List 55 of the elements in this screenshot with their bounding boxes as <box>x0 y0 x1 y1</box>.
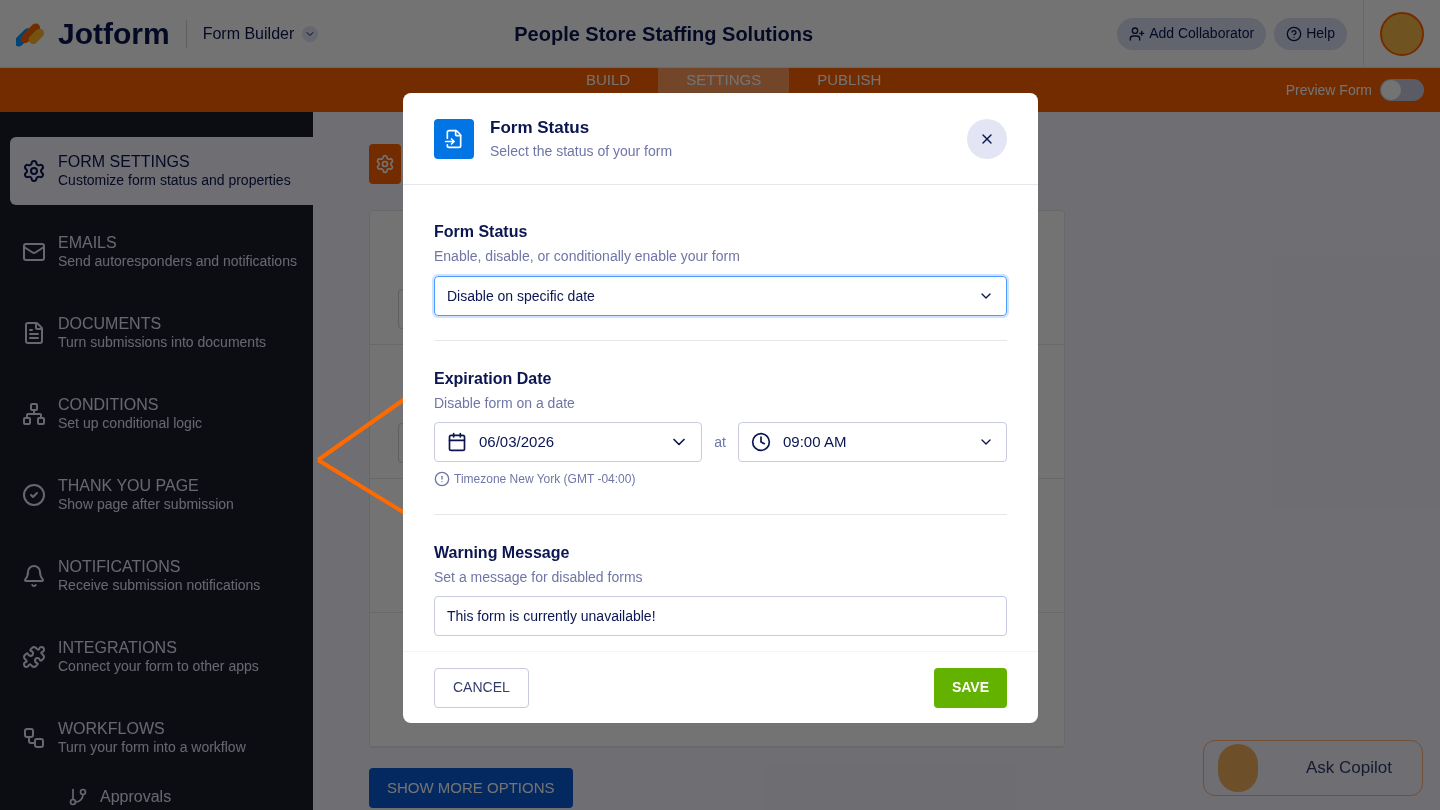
check-circle-icon <box>22 483 46 507</box>
workflow-icon <box>22 726 46 750</box>
field-label: Form Status <box>434 222 529 242</box>
form-icon <box>434 118 474 159</box>
show-more-button[interactable]: SHOW MORE OPTIONS <box>369 768 573 808</box>
nav-tab[interactable]: PUBLISH <box>789 68 910 112</box>
gear-icon <box>22 159 46 183</box>
at-label: at <box>713 432 727 452</box>
help-icon <box>1286 25 1303 42</box>
info-icon <box>434 471 450 487</box>
logo-text: Jotform <box>58 16 170 52</box>
cancel-button[interactable]: CANCEL <box>434 667 529 708</box>
header-button[interactable]: Add Collaborator <box>1117 17 1267 50</box>
calendar-icon <box>447 432 467 452</box>
sidebar-item[interactable]: NOTIFICATIONS Receive submission notifications <box>10 542 303 610</box>
add-user-icon <box>1129 25 1146 42</box>
gear-icon <box>375 154 395 174</box>
hierarchy-icon <box>22 402 46 426</box>
field-hint: Set a message for disabled forms <box>434 568 644 587</box>
copilot-button[interactable]: Ask Copilot <box>1203 740 1423 796</box>
branch-icon <box>68 787 88 807</box>
sidebar-item[interactable]: EMAILS Send autoresponders and notifications <box>10 218 303 286</box>
sidebar-subitem[interactable]: Approvals <box>60 782 313 810</box>
field-hint: Enable, disable, or conditionally enable your form <box>434 247 741 266</box>
timezone-note: Timezone New York (GMT -04:00) <box>454 471 636 488</box>
form-title: People Store Staffing Solutions <box>514 21 814 47</box>
preview-toggle[interactable] <box>1380 79 1424 101</box>
field-label: Warning Message <box>434 543 571 563</box>
document-icon <box>22 321 46 345</box>
field-label: Expiration Date <box>434 369 553 389</box>
bell-icon <box>22 564 46 588</box>
nav-tab[interactable]: BUILD <box>558 68 659 112</box>
product-menu[interactable]: Form Builder <box>202 21 319 46</box>
field-hint: Disable form on a date <box>434 394 576 413</box>
status-dropdown[interactable]: Disable on specific date <box>434 276 1007 316</box>
puzzle-icon <box>22 645 46 669</box>
avatar[interactable] <box>1380 11 1424 56</box>
dialog-subtitle: Select the status of your form <box>490 141 674 161</box>
time-picker[interactable]: 09:00 AM <box>738 422 1007 462</box>
sidebar-item[interactable]: DOCUMENTS Turn submissions into documents <box>10 299 303 367</box>
preview-label: Preview Form <box>1285 80 1372 100</box>
sidebar-item[interactable]: INTEGRATIONS Connect your form to other apps <box>10 623 303 691</box>
envelope-icon <box>22 240 46 264</box>
message-input[interactable]: This form is currently unavailable! <box>434 596 1007 636</box>
close-button[interactable] <box>967 118 1007 159</box>
sidebar-item[interactable]: FORM SETTINGS Customize form status and properties <box>10 137 313 205</box>
sidebar-item[interactable]: CONDITIONS Set up conditional logic <box>10 380 303 448</box>
date-picker[interactable]: 06/03/2026 <box>434 422 702 462</box>
header-button[interactable]: Help <box>1274 17 1347 50</box>
clock-icon <box>751 432 771 452</box>
sidebar-item[interactable]: WORKFLOWS Turn your form into a workflow <box>10 704 303 772</box>
dialog-title: Form Status <box>490 117 591 140</box>
settings-button[interactable] <box>369 144 401 184</box>
save-button[interactable]: SAVE <box>933 667 1007 708</box>
sidebar-item[interactable]: THANK YOU PAGE Show page after submission <box>10 461 303 529</box>
